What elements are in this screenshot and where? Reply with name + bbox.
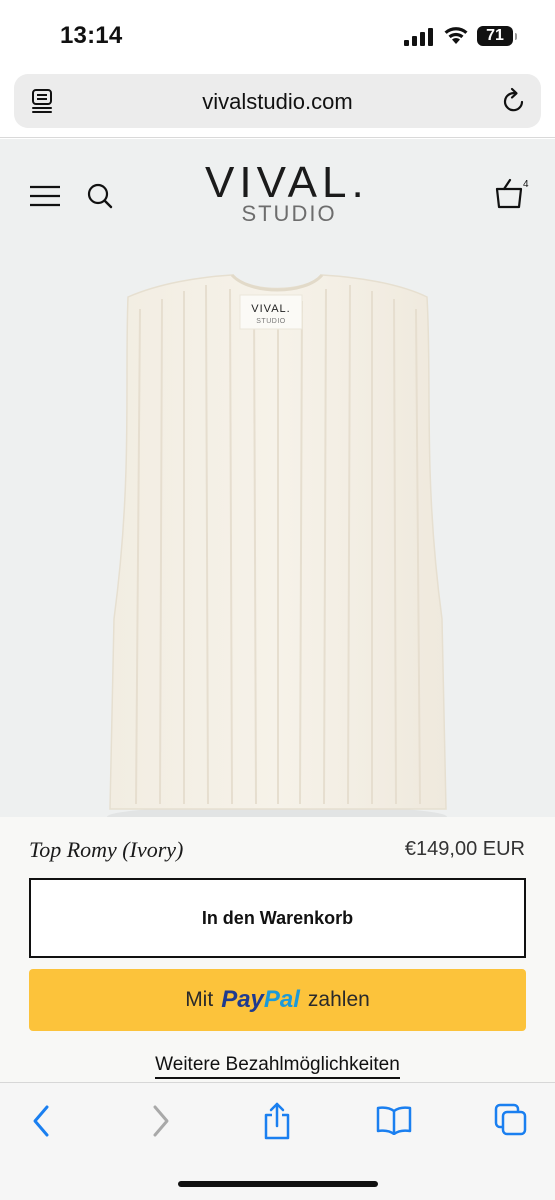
status-bar: 13:14 71	[0, 0, 555, 70]
product-price: €149,00 EUR	[404, 838, 525, 860]
share-icon[interactable]	[262, 1101, 292, 1141]
browser-toolbar	[0, 1082, 555, 1200]
paypal-prefix: Mit	[185, 988, 214, 1011]
paypal-logo-pal: Pal	[263, 986, 300, 1013]
shopping-bag-icon[interactable]: 4	[494, 177, 530, 211]
reload-icon[interactable]	[501, 87, 527, 115]
home-indicator	[178, 1181, 378, 1187]
search-icon[interactable]	[86, 182, 114, 210]
paypal-suffix: zahlen	[307, 988, 370, 1011]
bookmarks-icon[interactable]	[376, 1105, 412, 1135]
wifi-icon	[444, 27, 468, 44]
site-logo[interactable]: VIVAL. STUDIO	[205, 158, 369, 225]
back-icon[interactable]	[30, 1103, 52, 1139]
paypal-checkout-button[interactable]: Mit PayPal zahlen	[29, 969, 526, 1031]
tabs-icon[interactable]	[494, 1103, 528, 1137]
address-bar[interactable]: vivalstudio.com	[14, 74, 541, 128]
url-text[interactable]: vivalstudio.com	[14, 89, 541, 115]
product-image-ivory-top: VIVAL. STUDIO	[107, 273, 447, 829]
product-info: Top Romy (Ivory) €149,00 EUR In den Ware…	[0, 817, 555, 1082]
browser-address-area: vivalstudio.com	[0, 70, 555, 138]
garment-label-sub: STUDIO	[256, 318, 286, 325]
product-hero: VIVAL. STUDIO 4 VIVAL. STUDIO	[0, 139, 555, 829]
status-time: 13:14	[60, 22, 123, 49]
svg-text:4: 4	[523, 179, 529, 190]
garment-label-main: VIVAL.	[251, 303, 290, 315]
paypal-logo: PayPal	[221, 986, 300, 1014]
more-payment-options-link[interactable]: Weitere Bezahlmöglichkeiten	[155, 1054, 400, 1079]
cellular-signal-icon	[404, 28, 433, 46]
add-to-cart-button[interactable]: In den Warenkorb	[29, 878, 526, 958]
battery-indicator: 71	[477, 26, 517, 46]
more-payment-options: Weitere Bezahlmöglichkeiten	[0, 1054, 555, 1079]
logo-main-text: VIVAL.	[205, 158, 369, 207]
product-title: Top Romy (Ivory)	[29, 837, 184, 862]
paypal-logo-pay: Pay	[221, 986, 264, 1013]
hamburger-menu-icon[interactable]	[29, 185, 61, 207]
forward-icon[interactable]	[150, 1103, 172, 1139]
